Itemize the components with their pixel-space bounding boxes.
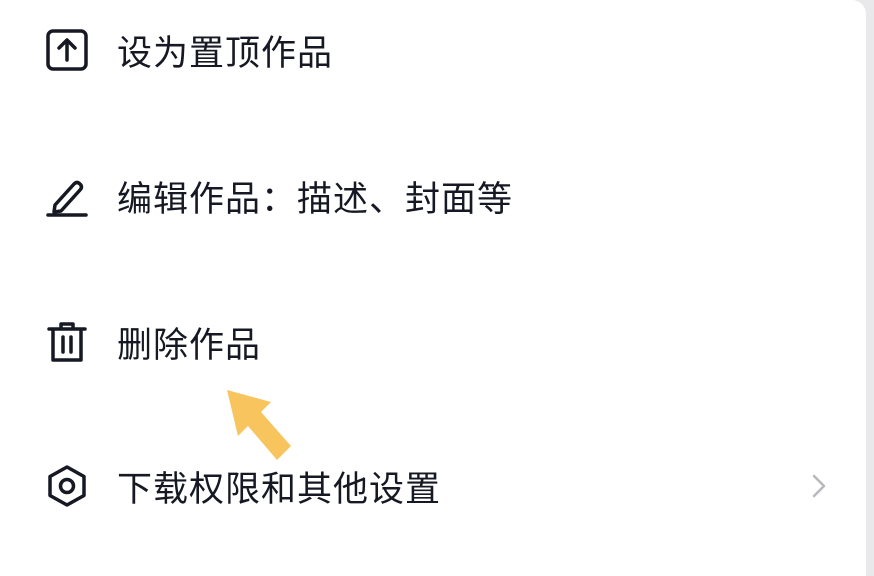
menu-item-label: 设为置顶作品 (117, 33, 334, 74)
edit-pen-icon (44, 173, 90, 219)
trash-icon (44, 319, 90, 365)
settings-hexagon-icon (44, 463, 90, 509)
pin-top-icon (44, 27, 90, 73)
menu-item-download-settings[interactable]: 下载权限和其他设置 (0, 426, 866, 546)
menu-item-set-pinned[interactable]: 设为置顶作品 (0, 0, 866, 110)
highlight-arrow-icon (227, 390, 291, 460)
menu-item-edit-work[interactable]: 编辑作品：描述、封面等 (0, 136, 866, 256)
menu-item-delete-work[interactable]: 删除作品 (0, 282, 866, 402)
action-sheet: 设为置顶作品 编辑作品：描述、封面等 删除作品 下载权限和其他设置 (0, 0, 866, 576)
menu-item-label: 编辑作品：描述、封面等 (117, 179, 514, 220)
chevron-right-icon (806, 471, 832, 501)
menu-item-label: 删除作品 (117, 325, 262, 366)
